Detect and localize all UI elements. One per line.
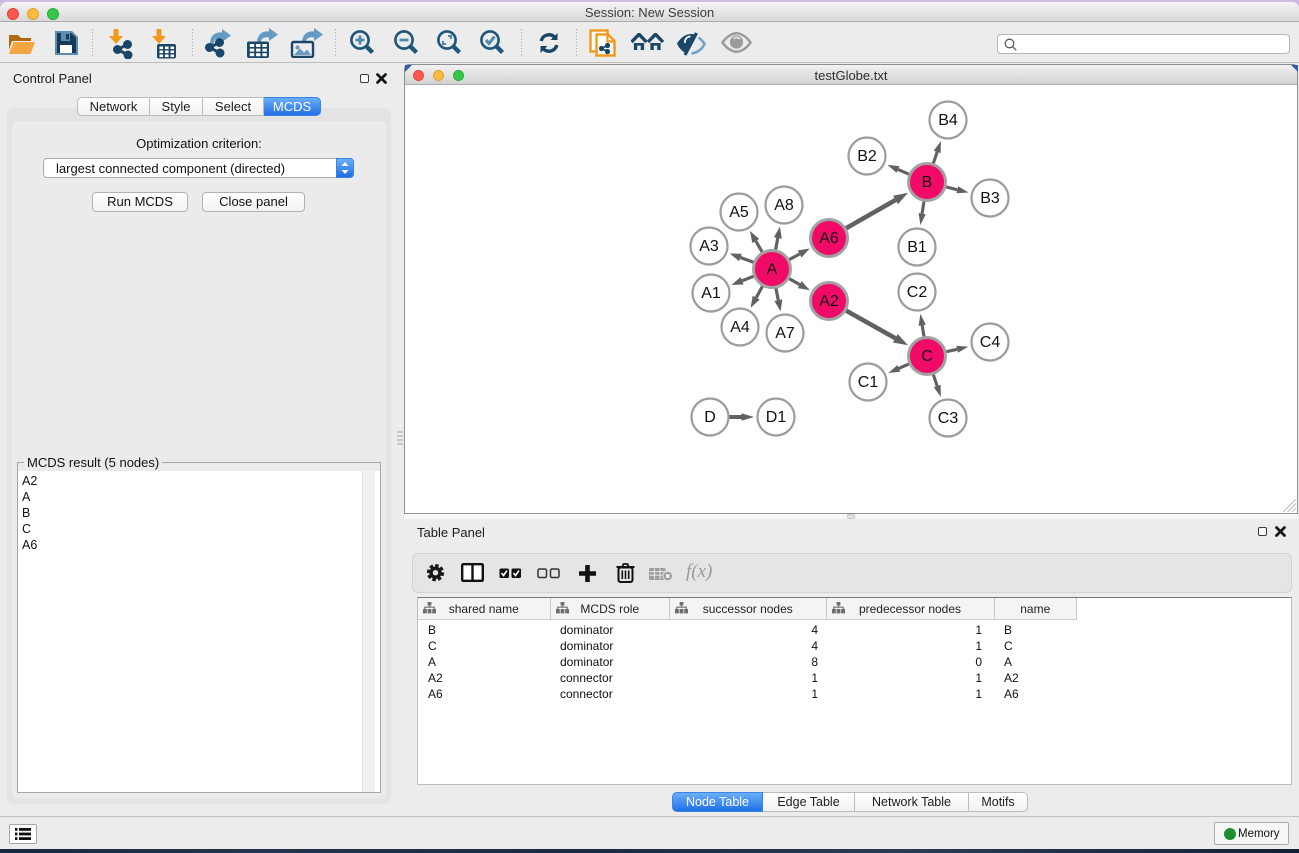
svg-text:C1: C1 [858, 374, 879, 391]
svg-text:C2: C2 [907, 284, 928, 301]
svg-text:A: A [767, 261, 778, 278]
svg-text:D1: D1 [766, 409, 787, 426]
svg-text:A4: A4 [730, 319, 750, 336]
svg-text:A5: A5 [729, 204, 749, 221]
svg-text:B4: B4 [938, 112, 958, 129]
svg-text:B1: B1 [907, 239, 927, 256]
svg-text:A2: A2 [819, 293, 839, 310]
svg-text:C3: C3 [938, 410, 959, 427]
svg-text:B3: B3 [980, 190, 1000, 207]
svg-text:A6: A6 [819, 230, 839, 247]
svg-text:A1: A1 [701, 285, 721, 302]
svg-text:C4: C4 [980, 334, 1001, 351]
svg-text:A8: A8 [774, 197, 794, 214]
svg-text:D: D [704, 409, 716, 426]
svg-text:B: B [922, 174, 933, 191]
svg-text:A7: A7 [775, 325, 795, 342]
svg-text:A3: A3 [699, 238, 719, 255]
svg-text:B2: B2 [857, 148, 877, 165]
svg-text:C: C [921, 348, 933, 365]
